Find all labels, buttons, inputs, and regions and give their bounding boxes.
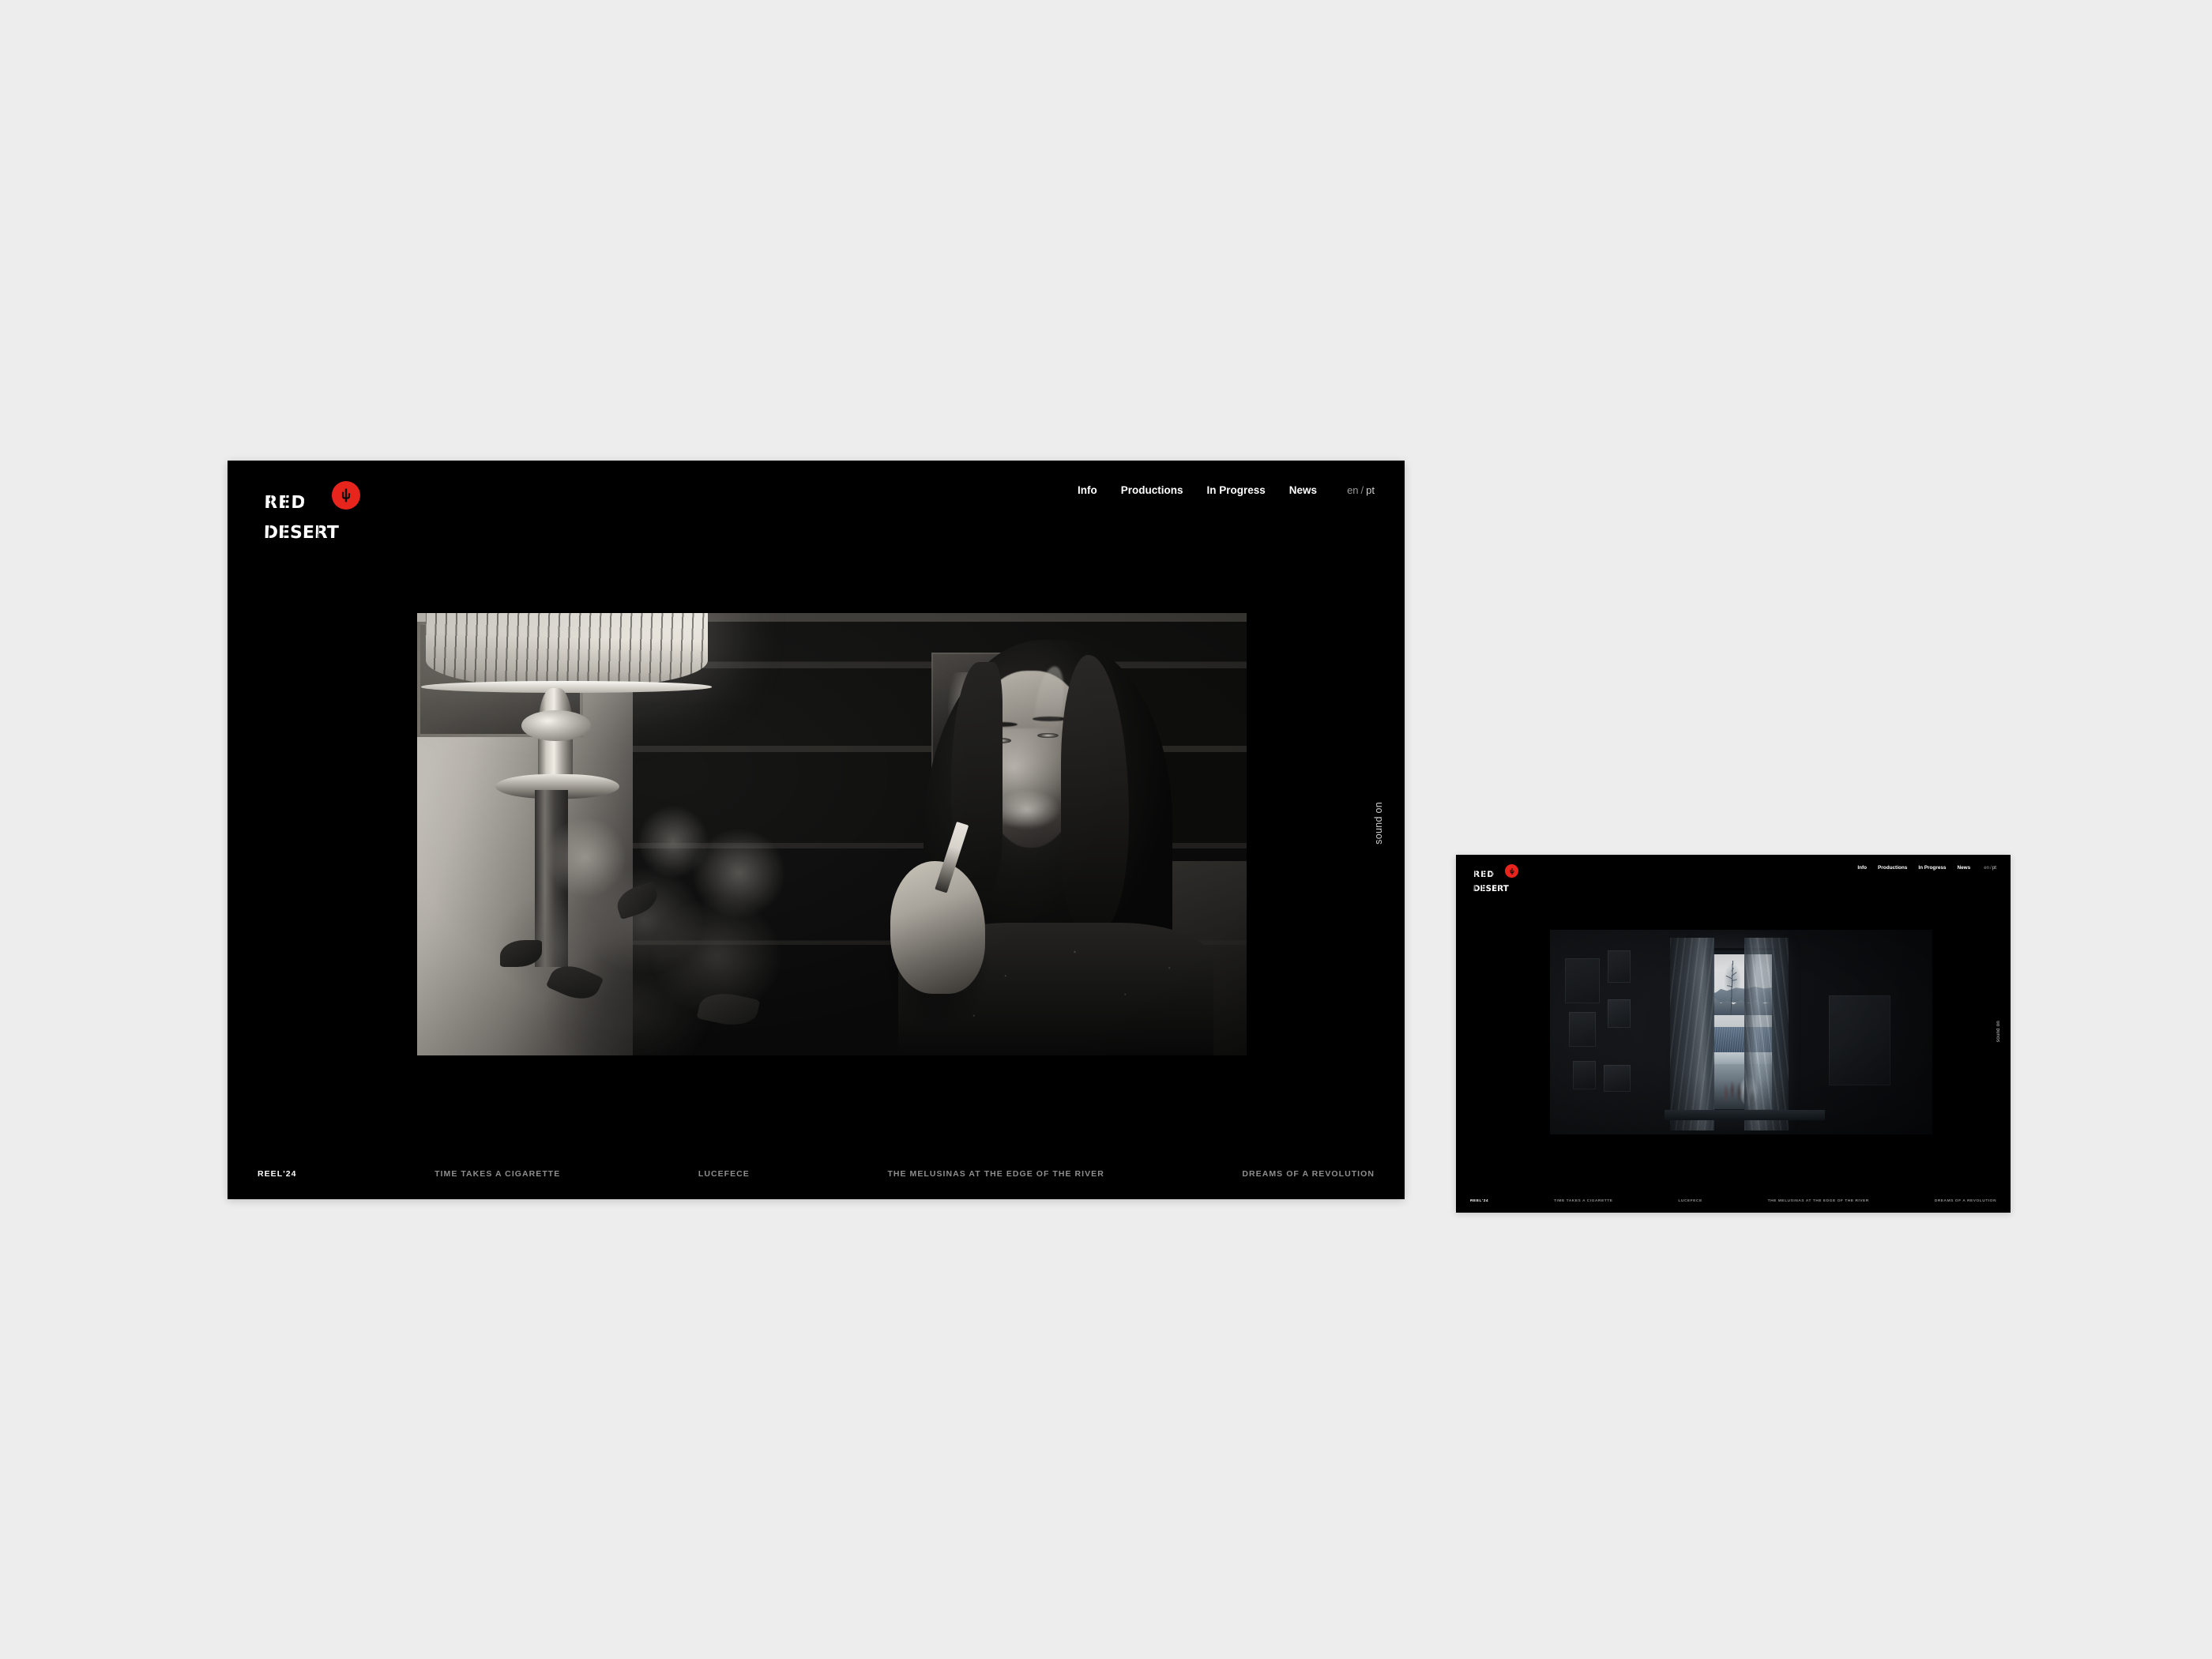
nav-info[interactable]: Info	[1078, 484, 1097, 496]
logo-line-1: RED	[264, 492, 307, 513]
project-link-lucefece[interactable]: LUCEFECE	[1678, 1199, 1702, 1203]
nav-in-progress[interactable]: In Progress	[1918, 865, 1946, 871]
logo-line-2: DESERT	[1473, 883, 1509, 893]
lang-pt[interactable]: pt	[1992, 865, 1996, 871]
lang-separator: /	[1360, 484, 1364, 496]
logo-line-2: DESERT	[263, 522, 340, 543]
logo-line-1: RED	[1473, 869, 1495, 879]
hero-video-secondary[interactable]	[1550, 930, 1932, 1134]
main-nav: Info Productions In Progress News en / p…	[1054, 480, 1375, 496]
project-link-dreams-of-a-revolution[interactable]: DREAMS OF A REVOLUTION	[1935, 1199, 1996, 1203]
color-grade-vignette	[417, 613, 1247, 1055]
logo-wordmark: RED DESERT	[1473, 864, 1510, 900]
project-nav: REEL'24 TIME TAKES A CIGARETTE LUCEFECE …	[1456, 1199, 2011, 1213]
nav-productions[interactable]: Productions	[1878, 865, 1907, 871]
nav-info[interactable]: Info	[1857, 865, 1867, 871]
project-link-reel24[interactable]: REEL'24	[1470, 1199, 1488, 1203]
sound-toggle[interactable]: sound on	[1996, 1021, 2001, 1042]
hero-video-primary[interactable]	[417, 613, 1247, 1055]
lang-separator: /	[1990, 865, 1992, 871]
color-grade-vignette	[1550, 930, 1932, 1134]
nav-productions[interactable]: Productions	[1121, 484, 1183, 496]
cactus-icon	[1505, 864, 1518, 878]
logo-red-desert[interactable]: RED DESERT	[1470, 863, 1518, 893]
project-link-reel24[interactable]: REEL'24	[258, 1169, 297, 1179]
logo-wordmark: RED DESERT	[263, 481, 340, 556]
lang-en[interactable]: en	[1984, 865, 1989, 871]
video-frame-woman-with-cigarette	[417, 613, 1247, 1055]
lang-pt[interactable]: pt	[1366, 484, 1375, 496]
site-root-secondary: RED DESERT Info Productions In Progress …	[1456, 855, 2011, 1213]
project-link-time-takes-a-cigarette[interactable]: TIME TAKES A CIGARETTE	[434, 1169, 560, 1179]
project-link-time-takes-a-cigarette[interactable]: TIME TAKES A CIGARETTE	[1554, 1199, 1612, 1203]
cactus-icon	[332, 481, 360, 510]
site-root-primary: RED DESERT Info Productions In Progress …	[228, 461, 1405, 1199]
site-header: RED DESERT Info Productions In Progress …	[1456, 855, 2011, 893]
main-nav: Info Productions In Progress News en / p…	[1846, 863, 1996, 871]
logo-red-desert[interactable]: RED DESERT	[258, 480, 360, 543]
site-header: RED DESERT Info Productions In Progress …	[228, 461, 1405, 543]
nav-news[interactable]: News	[1289, 484, 1317, 496]
browser-window-secondary: RED DESERT Info Productions In Progress …	[1456, 855, 2011, 1213]
language-switcher: en / pt	[1347, 484, 1375, 496]
sound-toggle[interactable]: sound on	[1373, 802, 1384, 845]
nav-news[interactable]: News	[1958, 865, 1971, 871]
project-link-the-melusinas[interactable]: THE MELUSINAS AT THE EDGE OF THE RIVER	[1768, 1199, 1869, 1203]
language-switcher: en / pt	[1984, 865, 1996, 871]
project-link-lucefece[interactable]: LUCEFECE	[698, 1169, 750, 1179]
screenshot-stage: RED DESERT Info Productions In Progress …	[0, 0, 2212, 1659]
browser-window-primary: RED DESERT Info Productions In Progress …	[228, 461, 1405, 1199]
project-link-dreams-of-a-revolution[interactable]: DREAMS OF A REVOLUTION	[1242, 1169, 1375, 1179]
video-frame-window-winter-view	[1550, 930, 1932, 1134]
lang-en[interactable]: en	[1347, 484, 1358, 496]
project-link-the-melusinas[interactable]: THE MELUSINAS AT THE EDGE OF THE RIVER	[887, 1169, 1104, 1179]
project-nav: REEL'24 TIME TAKES A CIGARETTE LUCEFECE …	[228, 1169, 1405, 1199]
nav-in-progress[interactable]: In Progress	[1207, 484, 1266, 496]
